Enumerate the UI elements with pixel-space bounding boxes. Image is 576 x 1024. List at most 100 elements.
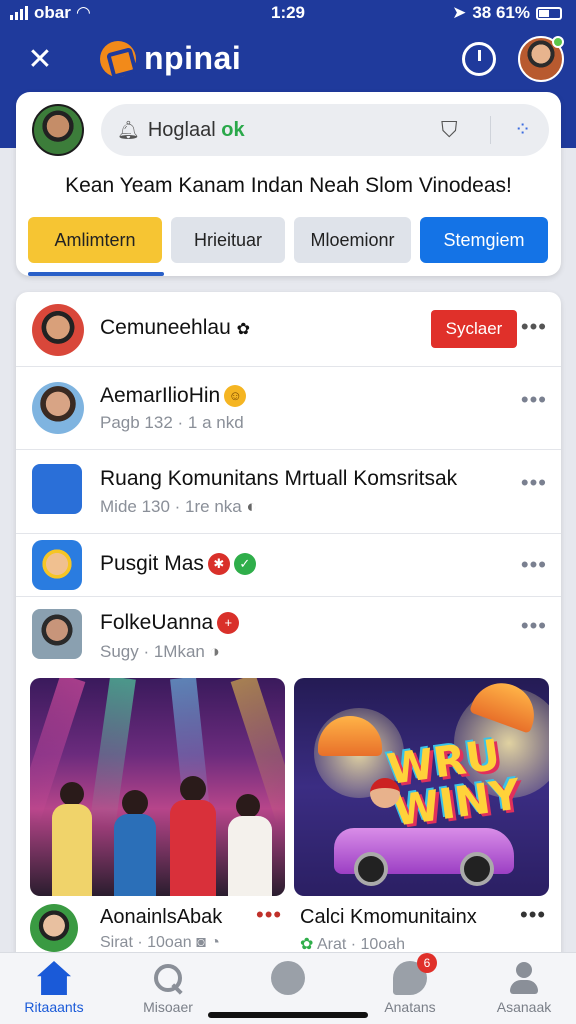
avatar — [32, 382, 84, 434]
chip-1[interactable]: Amlimtern — [28, 217, 162, 263]
list-item-title: Pusgit Mas ✱ ✓ — [100, 552, 256, 576]
avatar — [32, 540, 82, 590]
row-title-text: Pusgit Mas — [100, 552, 204, 575]
row-title-text: Cemuneehlau — [100, 316, 231, 339]
person-head — [180, 776, 206, 802]
search-divider — [490, 116, 491, 144]
leaf-icon: ✿ — [300, 936, 314, 953]
half-circle-icon: ◑ — [209, 642, 220, 661]
car-illustration — [334, 828, 514, 886]
sparkle-icon: ✿ — [236, 321, 251, 338]
more-icon[interactable]: ••• — [520, 902, 546, 928]
composer-card: 🔔︎ Hoglaal ok ⛉ ⁘ Kean Yeam Kanam Indan … — [16, 92, 561, 276]
search-text-value: Hoglaal — [147, 118, 216, 141]
search-input[interactable]: 🔔︎ Hoglaal ok ⛉ ⁘ — [101, 104, 549, 156]
more-icon[interactable]: ••• — [521, 314, 547, 340]
online-status-dot — [552, 36, 564, 48]
list-item[interactable]: Cemuneehlau ✿ Syclaer ••• — [16, 292, 561, 367]
list-item-subtitle: Sugy · 1Mkan ◑ — [100, 642, 220, 662]
list-item-title: Cemuneehlau ✿ — [100, 316, 250, 340]
row-title-text: FolkeUanna — [100, 611, 214, 634]
avatar — [32, 609, 82, 659]
row-subtitle-text: Mide 130 · 1re nka — [100, 497, 242, 516]
list-item-subtitle: Mide 130 · 1re nka ◐ — [100, 497, 257, 517]
user-icon — [507, 961, 541, 995]
row-title-text: AemarIlioHin — [100, 384, 221, 407]
person-head — [236, 794, 260, 818]
app-logo: npinai — [100, 40, 241, 77]
composer-headline: Kean Yeam Kanam Indan Neah Slom Vinodeas… — [65, 174, 512, 197]
tab-search[interactable]: Misoaer — [118, 961, 218, 1015]
status-bar: obar ◠ 1:29 ➤ 38 61% — [0, 0, 576, 28]
tab-messages[interactable]: 6 Anatans — [360, 953, 460, 1015]
close-icon[interactable]: ✕ — [22, 42, 58, 78]
media-caption[interactable]: Calci Kmomunitainx ✿ Arat · 10oah ••• — [294, 898, 561, 960]
list-item-title: AemarIlioHin ☺ — [100, 384, 247, 408]
alert-icon: ✱ — [207, 553, 230, 576]
tab-label: Asanaak — [496, 999, 552, 1015]
app-name: npinai — [144, 40, 242, 76]
search-accent: ok — [221, 118, 245, 141]
avatar — [30, 904, 78, 952]
list-item-title: FolkeUanna + — [100, 611, 240, 635]
apps-icon[interactable]: ⁘ — [514, 118, 531, 142]
my-avatar[interactable] — [32, 104, 84, 156]
list-item[interactable]: Pusgit Mas ✱ ✓ ••• — [16, 534, 561, 597]
list-item[interactable]: AemarIlioHin ☺ Pagb 132 · 1 a nkd ••• — [16, 367, 561, 450]
status-right: ➤ 38 61% — [452, 3, 562, 23]
tab-home[interactable]: Ritaaants — [4, 961, 104, 1015]
character-head — [370, 778, 400, 808]
avatar — [32, 304, 84, 356]
person-head — [60, 782, 84, 806]
media-caption[interactable]: AonainlsAbak Sirat · 10oan ◙ ◔ ••• — [16, 898, 286, 960]
home-icon — [37, 961, 71, 995]
active-chip-indicator — [28, 272, 164, 276]
location-icon: ➤ — [452, 3, 467, 22]
plus-icon: + — [217, 612, 240, 635]
media-thumbnail-art[interactable]: WRU WINY — [294, 678, 549, 896]
more-icon[interactable]: ••• — [256, 902, 282, 928]
person-body — [170, 800, 216, 896]
search-text: Hoglaal ok — [148, 119, 245, 142]
media-title: Calci Kmomunitainx — [300, 906, 477, 928]
tab-explore[interactable] — [238, 961, 338, 999]
notification-badge: 6 — [417, 953, 437, 973]
more-icon[interactable]: ••• — [521, 387, 547, 413]
list-item[interactable]: FolkeUanna + Sugy · 1Mkan ◑ ••• — [16, 597, 561, 674]
pin-icon: ◔ — [210, 934, 220, 951]
chip-3[interactable]: Mloemionr — [294, 217, 411, 263]
emoji-icon: ☺ — [224, 385, 247, 408]
person-body — [52, 804, 92, 896]
tab-profile[interactable]: Asanaak — [474, 961, 574, 1015]
more-icon[interactable]: ••• — [521, 470, 547, 496]
media-subtitle: ✿ Arat · 10oah — [300, 934, 405, 954]
chip-2[interactable]: Hrieituar — [171, 217, 285, 263]
media-subtitle: Sirat · 10oan ◙ ◔ — [100, 934, 220, 952]
feed-card: Cemuneehlau ✿ Syclaer ••• AemarIlioHin ☺ … — [16, 292, 561, 972]
art-wordmark: WRU WINY — [384, 729, 524, 836]
list-item-title: Ruang Komunitans Mrtuall Komsritsak — [100, 467, 458, 490]
battery-text: 38 61% — [472, 3, 530, 22]
camera-icon: ◙ — [196, 934, 206, 951]
list-item[interactable]: Ruang Komunitans Mrtuall Komsritsak Mide… — [16, 450, 561, 534]
home-indicator — [208, 1012, 368, 1018]
bell-icon: 🔔︎ — [117, 119, 140, 140]
media-thumbnail-party[interactable] — [30, 678, 285, 896]
shield-icon[interactable]: ⛉ — [441, 118, 465, 142]
tab-label: Ritaaants — [24, 999, 84, 1015]
media-subtitle-text: Sirat · 10oan — [100, 934, 192, 951]
media-subtitle-text: Arat · 10oah — [316, 936, 406, 953]
follow-button[interactable]: Syclaer — [431, 310, 517, 348]
list-item-subtitle: Pagb 132 · 1 a nkd — [100, 413, 244, 432]
profile-avatar[interactable] — [518, 36, 564, 82]
search-icon — [151, 961, 185, 995]
more-icon[interactable]: ••• — [521, 552, 547, 578]
row-subtitle-text: Sugy · 1Mkan — [100, 642, 205, 661]
timer-icon[interactable] — [462, 42, 496, 76]
tab-label: Misoaer — [143, 999, 193, 1015]
more-icon[interactable]: ••• — [521, 613, 547, 639]
community-logo — [32, 464, 82, 514]
chip-4[interactable]: Stemgiem — [420, 217, 548, 263]
person-body — [114, 814, 156, 896]
compass-icon — [271, 961, 305, 995]
